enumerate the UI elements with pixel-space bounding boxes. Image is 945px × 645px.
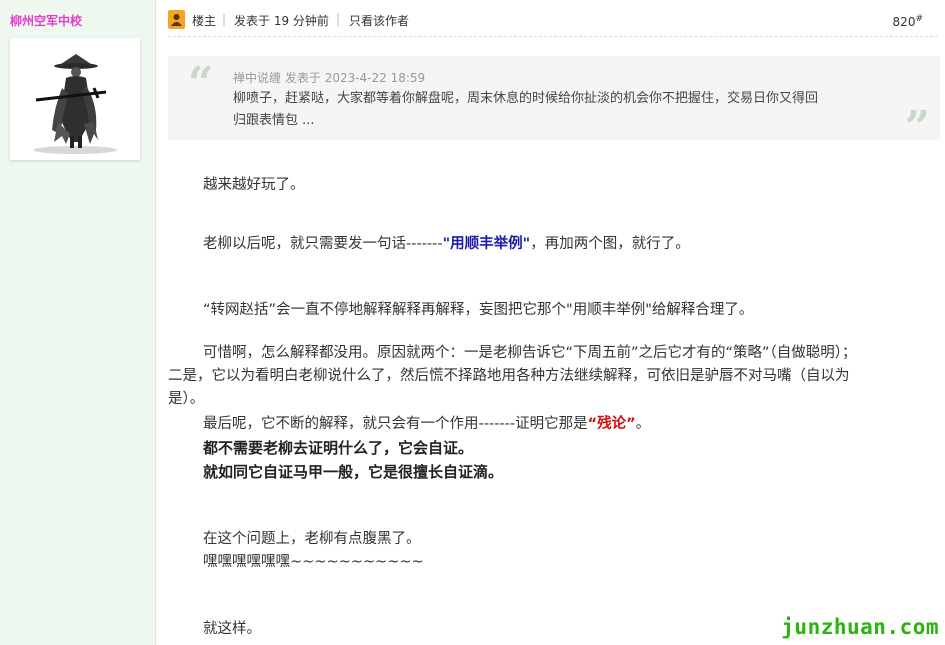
paragraph-line: 可惜啊，怎么解释都没用。原因就两个：一是老柳告诉它“下周五前”之后它才有的“策略… [203, 345, 857, 361]
close-quote-icon: ” [904, 102, 930, 153]
only-author-link[interactable]: 只看该作者 [349, 12, 409, 29]
paragraph-text: ，再加两个图，就行了。 [530, 236, 690, 252]
floor-mark: # [915, 14, 923, 24]
paragraph-bold: 就如同它自证马甲一般，它是很擅长自证滴。 [203, 463, 504, 481]
highlight-blue: "用顺丰举例" [442, 236, 531, 252]
floor-number-value: 820 [892, 15, 916, 29]
quote-author: 禅中说缠 [233, 71, 282, 85]
paragraph: 老柳以后呢，就只需要发一句话-------"用顺丰举例"，再加两个图，就行了。 [168, 233, 945, 256]
quote-block: “ 禅中说缠 发表于 2023-4-22 18:59 柳喷子，赶紧哒，大家都等着… [168, 56, 940, 150]
author-name-link[interactable]: 柳州空军中校 [10, 12, 82, 29]
paragraph-text: 老柳以后呢，就只需要发一句话------- [203, 236, 443, 252]
post-header: 楼主 | 发表于 19 分钟前 | 只看该作者 820# [168, 10, 933, 32]
paragraph-bold: 都不需要老柳去证明什么了，它会自证。 [203, 439, 474, 457]
author-sidebar: 柳州空军中校 [0, 0, 156, 645]
header-separator: | [336, 12, 341, 26]
avatar-image [33, 54, 117, 154]
quote-line: 柳喷子，赶紧哒，大家都等着你解盘呢，周末休息的时候给你扯淡的机会你不把握住，交易… [233, 91, 819, 106]
thread-starter-label: 楼主 [192, 14, 217, 28]
header-separator: | [222, 12, 227, 26]
quote-line: 归跟表情包 ... [233, 113, 315, 128]
site-watermark: junzhuan.com [781, 615, 939, 639]
quote-posted-label: 发表于 [284, 71, 321, 85]
paragraph: 越来越好玩了。 [203, 177, 305, 193]
paragraph-line: 是）。 [168, 391, 205, 407]
thread-starter-icon [168, 10, 185, 29]
paragraph: 可惜啊，怎么解释都没用。原因就两个：一是老柳告诉它“下周五前”之后它才有的“策略… [168, 342, 938, 411]
quote-date: 2023-4-22 18:59 [324, 71, 426, 85]
floor-number[interactable]: 820# [893, 14, 923, 29]
paragraph: “转网赵括”会一直不停地解释解释再解释，妄图把它那个"用顺丰举例"给解释合理了。 [203, 302, 754, 318]
paragraph: 嘿嘿嘿嘿嘿嘿~~~~~~~~~~~ [203, 554, 424, 570]
quote-meta: 禅中说缠 发表于 2023-4-22 18:59 [233, 69, 425, 86]
highlight-red: “残论” [587, 416, 636, 432]
paragraph-line: 二是，它以为看明白老柳说什么了，然后慌不择路地用各种方法继续解释，可依旧是驴唇不… [168, 368, 850, 384]
paragraph: 最后呢，它不断的解释，就只会有一个作用-------证明它那是“残论”。 [168, 413, 945, 436]
paragraph: 在这个问题上，老柳有点腹黑了。 [203, 531, 421, 547]
avatar[interactable] [10, 38, 140, 160]
paragraph-text: 。 [635, 416, 651, 432]
paragraph-text: 最后呢，它不断的解释，就只会有一个作用-------证明它那是 [203, 416, 588, 432]
open-quote-icon: “ [188, 58, 214, 109]
header-divider [168, 36, 938, 37]
post-time: 发表于 19 分钟前 [234, 14, 329, 28]
quote-text: 柳喷子，赶紧哒，大家都等着你解盘呢，周末休息的时候给你扯淡的机会你不把握住，交易… [233, 88, 873, 132]
